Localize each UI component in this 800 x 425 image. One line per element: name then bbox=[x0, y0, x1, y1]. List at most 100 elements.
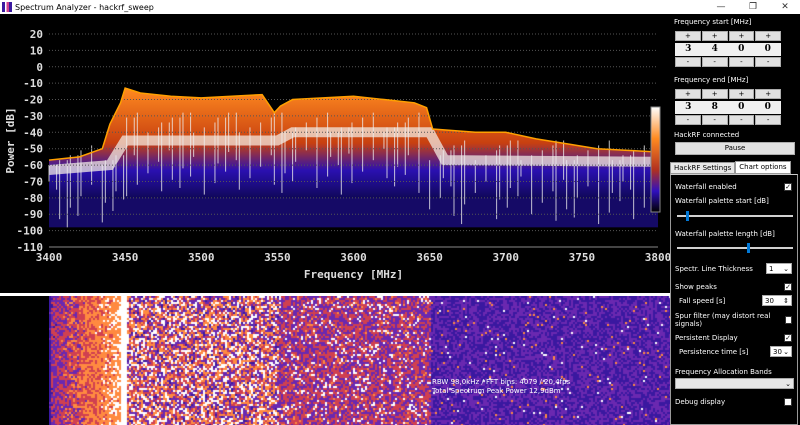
x-tick-label: 3750 bbox=[569, 251, 596, 264]
y-tick-label: -10 bbox=[23, 77, 43, 90]
y-tick-label: -100 bbox=[17, 225, 44, 238]
y-tick-label: -20 bbox=[23, 94, 43, 107]
line-thickness-label: Spectr. Line Thickness bbox=[675, 264, 753, 273]
freq-end-plus-3[interactable]: + bbox=[728, 89, 755, 99]
persistent-label: Persistent Display bbox=[675, 333, 738, 342]
fall-speed-spinbox[interactable]: 30 ⇕ bbox=[762, 295, 792, 306]
freq-end-minus-1[interactable]: - bbox=[675, 115, 701, 125]
freq-start-minus-3[interactable]: - bbox=[728, 57, 755, 67]
waterfall-enabled-label: Waterfall enabled bbox=[675, 182, 737, 191]
persistent-checkbox[interactable]: ✓ bbox=[784, 333, 792, 342]
freq-end-plus-row: + + + + bbox=[675, 89, 781, 99]
persistence-time-select[interactable]: 30 ⌄ bbox=[770, 346, 792, 357]
alloc-bands-row: Frequency Allocation Bands bbox=[675, 366, 792, 377]
alloc-bands-select[interactable]: ⌄ bbox=[675, 378, 794, 389]
chart-options-pane: Waterfall enabled ✓ Waterfall palette st… bbox=[670, 174, 798, 425]
app-icon bbox=[2, 2, 12, 12]
show-peaks-row: Show peaks ✓ bbox=[675, 281, 792, 292]
freq-start-plus-4[interactable]: + bbox=[755, 31, 781, 41]
freq-end-plus-2[interactable]: + bbox=[701, 89, 728, 99]
status-text: HackRF connected bbox=[674, 131, 740, 139]
stats-overlay: RBW 98,0kHz / FFT bins: 4079 / 20,4fps T… bbox=[432, 378, 570, 396]
freq-end-plus-4[interactable]: + bbox=[755, 89, 781, 99]
line-thickness-value: 1 bbox=[769, 264, 774, 273]
digit: 4 bbox=[711, 44, 718, 54]
x-tick-label: 3400 bbox=[36, 251, 63, 264]
y-tick-label: 20 bbox=[30, 28, 43, 41]
fall-speed-value: 30 bbox=[765, 296, 774, 305]
waterfall-enabled-row: Waterfall enabled ✓ bbox=[675, 181, 792, 192]
x-tick-label: 3500 bbox=[188, 251, 215, 264]
chevron-down-icon: ⌄ bbox=[783, 347, 789, 356]
y-tick-label: -60 bbox=[23, 159, 43, 172]
x-axis-label: Frequency [MHz] bbox=[304, 268, 403, 281]
tab-bar: HackRF Settings Chart options bbox=[670, 161, 791, 174]
y-tick-label: 10 bbox=[30, 44, 43, 57]
x-tick-label: 3650 bbox=[416, 251, 443, 264]
spin-arrows-icon[interactable]: ⇕ bbox=[783, 297, 789, 305]
window-title: Spectrum Analyzer - hackrf_sweep bbox=[15, 2, 154, 12]
show-peaks-checkbox[interactable]: ✓ bbox=[784, 282, 792, 291]
y-tick-label: -30 bbox=[23, 110, 43, 123]
palette-start-row: Waterfall palette start [dB] bbox=[675, 195, 792, 206]
spur-filter-checkbox[interactable] bbox=[784, 315, 792, 324]
freq-end-minus-row: - - - - bbox=[675, 115, 781, 125]
freq-start-minus-4[interactable]: - bbox=[755, 57, 781, 67]
line-thickness-select[interactable]: 1 ⌄ bbox=[766, 263, 792, 274]
y-tick-label: -90 bbox=[23, 208, 43, 221]
palette-start-slider[interactable] bbox=[677, 211, 793, 221]
spur-filter-row: Spur filter (may distort real signals) bbox=[675, 311, 792, 328]
spectrum-chart[interactable]: 20100-10-20-30-40-50-60-70-80-90-100-110… bbox=[0, 14, 670, 293]
persistence-time-value: 30 bbox=[773, 347, 782, 356]
freq-end-minus-4[interactable]: - bbox=[755, 115, 781, 125]
spur-filter-label: Spur filter (may distort real signals) bbox=[675, 311, 771, 328]
title-bar: Spectrum Analyzer - hackrf_sweep — ❐ ✕ bbox=[0, 0, 800, 14]
digit: 0 bbox=[738, 102, 745, 112]
x-tick-label: 3600 bbox=[340, 251, 367, 264]
x-tick-label: 3550 bbox=[264, 251, 291, 264]
debug-row: Debug display bbox=[675, 396, 792, 407]
palette-length-slider[interactable] bbox=[677, 243, 793, 253]
debug-checkbox[interactable] bbox=[784, 397, 792, 406]
freq-start-plus-2[interactable]: + bbox=[701, 31, 728, 41]
palette-length-row: Waterfall palette length [dB] bbox=[675, 228, 792, 239]
fall-speed-label: Fall speed [s] bbox=[679, 296, 726, 305]
tab-chart-options[interactable]: Chart options bbox=[735, 161, 791, 174]
show-peaks-label: Show peaks bbox=[675, 282, 717, 291]
y-tick-label: -50 bbox=[23, 143, 43, 156]
persistence-time-label: Persistence time [s] bbox=[679, 347, 749, 356]
freq-end-minus-2[interactable]: - bbox=[701, 115, 728, 125]
y-tick-label: 0 bbox=[36, 61, 43, 74]
x-tick-label: 3800 bbox=[645, 251, 670, 264]
chevron-down-icon: ⌄ bbox=[785, 379, 791, 388]
close-button[interactable]: ✕ bbox=[772, 0, 798, 14]
freq-start-plus-1[interactable]: + bbox=[675, 31, 701, 41]
tab-hackrf-settings[interactable]: HackRF Settings bbox=[670, 162, 736, 174]
debug-label: Debug display bbox=[675, 397, 726, 406]
freq-start-label: Frequency start [MHz] bbox=[674, 18, 752, 26]
palette-length-label: Waterfall palette length [dB] bbox=[675, 229, 775, 238]
y-tick-label: -80 bbox=[23, 192, 43, 205]
y-tick-label: -40 bbox=[23, 126, 43, 139]
freq-start-plus-3[interactable]: + bbox=[728, 31, 755, 41]
freq-end-plus-1[interactable]: + bbox=[675, 89, 701, 99]
digit: 3 bbox=[685, 102, 692, 112]
x-tick-label: 3450 bbox=[112, 251, 139, 264]
slider-thumb[interactable] bbox=[747, 243, 751, 253]
freq-start-minus-1[interactable]: - bbox=[675, 57, 701, 67]
slider-thumb[interactable] bbox=[686, 211, 690, 221]
maximize-button[interactable]: ❐ bbox=[740, 0, 766, 14]
pause-button[interactable]: Pause bbox=[675, 142, 795, 155]
minimize-button[interactable]: — bbox=[708, 0, 734, 14]
waterfall-enabled-checkbox[interactable]: ✓ bbox=[784, 182, 792, 191]
freq-start-minus-2[interactable]: - bbox=[701, 57, 728, 67]
freq-end-digits: 3 8 0 0 bbox=[675, 101, 781, 114]
freq-start-minus-row: - - - - bbox=[675, 57, 781, 67]
digit: 0 bbox=[738, 44, 745, 54]
palette-start-label: Waterfall palette start [dB] bbox=[675, 196, 769, 205]
peak-power-text: Total Spectrum Peak Power 12,9dBm bbox=[432, 387, 561, 395]
digit: 0 bbox=[764, 102, 771, 112]
digit: 3 bbox=[685, 44, 692, 54]
freq-start-plus-row: + + + + bbox=[675, 31, 781, 41]
freq-end-minus-3[interactable]: - bbox=[728, 115, 755, 125]
